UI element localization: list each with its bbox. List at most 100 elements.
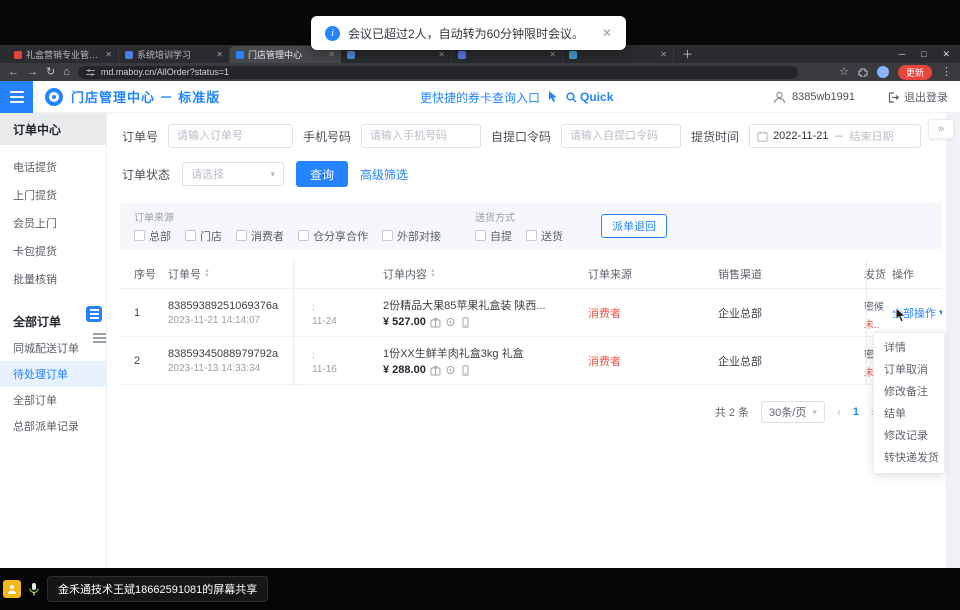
tab-close-icon[interactable]: ✕ [549,50,556,59]
double-arrow-right-icon: » [938,123,944,135]
clipped-cell-line2: 11-16 [312,364,358,375]
sidebar-collapse-widget[interactable] [86,306,102,322]
window-close-button[interactable]: ✕ [942,49,950,60]
sidebar-item-hq-dispatch-records[interactable]: 总部派单记录 [0,413,106,439]
order-status-select[interactable]: 请选择 ▾ [182,162,284,186]
checkbox-icon[interactable] [185,230,196,241]
meeting-app-icon[interactable] [3,580,21,598]
advanced-filter-link[interactable]: 高级筛选 [360,166,408,183]
tab-close-icon[interactable]: ✕ [438,50,445,59]
checkbox-icon[interactable] [526,230,537,241]
current-page[interactable]: 1 [853,406,859,418]
browser-tab[interactable]: 礼盒营销专业管理中心 ✕ [8,46,119,63]
menu-item-express-ship[interactable]: 转快递发货 [874,447,944,469]
sidebar-section-order-center[interactable]: 订单中心 [0,113,106,145]
col-header-shipping: 发货 [837,266,892,282]
checkbox-source-store[interactable]: 门店 [185,228,222,244]
start-date-value[interactable]: 2022-11-21 [773,130,828,142]
profile-avatar[interactable] [877,66,889,78]
end-date-placeholder[interactable]: 结束日期 [850,128,894,144]
back-icon[interactable]: ← [8,67,19,78]
new-tab-button[interactable]: ＋ [682,46,693,62]
tab-favicon [569,51,577,59]
menu-item-close-order[interactable]: 结单 [874,403,944,425]
date-range-picker[interactable]: 2022-11-21 － 结束日期 [749,124,921,148]
quick-search[interactable]: Quick [566,90,613,104]
checkbox-icon[interactable] [236,230,247,241]
date-separator: － [834,128,845,144]
user-menu[interactable]: 8385wb1991 [773,81,855,113]
col-header-order-no[interactable]: 订单号 ▲▼ [160,266,294,282]
menu-item-details[interactable]: 详情 [874,337,944,359]
checkbox-icon[interactable] [134,230,145,241]
browser-tab[interactable]: 系统培训学习 ✕ [119,46,230,63]
page-size-select[interactable]: 30条/页 ▾ [761,401,825,423]
checkbox-delivery-selfpickup[interactable]: 自提 [475,228,512,244]
table-row: 1 83859389251069376a 2023-11-21 14:14:07… [120,289,942,337]
checkbox-delivery-deliver[interactable]: 送货 [526,228,563,244]
dispatch-return-button[interactable]: 派单退回 [601,214,667,238]
tab-close-icon[interactable]: ✕ [328,50,335,59]
refresh-icon[interactable]: ↻ [46,67,55,78]
sales-channel: 企业总部 [718,353,837,369]
home-icon[interactable]: ⌂ [63,67,70,78]
sidebar-item-pending-orders[interactable]: 待处理订单 [0,361,106,387]
delivery-method-group-label: 送货方式 [475,209,563,224]
extensions-icon[interactable] [858,67,868,77]
tab-close-icon[interactable]: ✕ [105,50,112,59]
sort-icon[interactable]: ▲▼ [204,269,210,279]
pickup-code-input[interactable] [561,124,681,148]
menu-item-cancel-order[interactable]: 订单取消 [874,359,944,381]
kebab-menu-icon[interactable]: ⋮ [941,67,952,78]
coupon-query-link[interactable]: 更快捷的券卡查询入口 [420,89,540,106]
close-icon[interactable]: ✕ [602,26,612,40]
sidebar-item-door-pickup[interactable]: 上门提货 [0,181,106,209]
row-index: 1 [120,307,160,319]
calendar-icon [757,131,768,142]
sales-channel: 企业总部 [718,305,837,321]
checkbox-icon[interactable] [298,230,309,241]
main-content: » 订单号 手机号码 自提口令码 提货时间 [107,113,960,568]
phone-input[interactable] [361,124,481,148]
search-button[interactable]: 查询 [296,161,348,187]
chevron-down-icon: ▾ [812,407,817,418]
menu-item-edit-history[interactable]: 修改记录 [874,425,944,447]
tab-close-icon[interactable]: ✕ [660,50,667,59]
collapse-filters-button[interactable]: » [928,119,954,139]
checkbox-source-consumer[interactable]: 消费者 [236,228,284,244]
checkbox-icon[interactable] [475,230,486,241]
right-gutter [946,113,960,568]
sidebar-item-all-orders[interactable]: 全部订单 [0,387,106,413]
window-minimize-button[interactable]: ─ [899,49,905,59]
checkbox-icon[interactable] [382,230,393,241]
checkbox-source-warehouse-share[interactable]: 仓分享合作 [298,228,368,244]
menu-item-edit-note[interactable]: 修改备注 [874,381,944,403]
checkbox-source-external[interactable]: 外部对接 [382,228,441,244]
order-status-placeholder: 请选择 [191,166,224,182]
ship-status-line1: 密候 [864,298,892,313]
clipped-cell-line1: : [312,302,358,313]
search-icon [566,92,577,103]
chrome-update-button[interactable]: 更新 [898,65,932,80]
col-header-order-content[interactable]: 订单内容 ▲▼ [358,266,562,282]
sidebar-item-member-visit[interactable]: 会员上门 [0,209,106,237]
url-box[interactable]: md.maboy.cn/AllOrder?status=1 [78,66,798,79]
checkbox-source-hq[interactable]: 总部 [134,228,171,244]
microphone-icon[interactable] [28,582,40,597]
sidebar-item-city-delivery-orders[interactable]: 同城配送订单 [0,335,106,361]
sort-icon[interactable]: ▲▼ [430,269,436,279]
prev-page-button[interactable]: ‹ [837,405,841,419]
window-maximize-button[interactable]: □ [921,49,926,59]
site-info-icon[interactable] [86,68,95,77]
hamburger-icon[interactable] [93,333,106,343]
forward-icon[interactable]: → [27,67,38,78]
order-no-input[interactable] [168,124,293,148]
bookmark-star-icon[interactable]: ☆ [839,67,849,78]
menu-toggle-button[interactable] [0,81,33,113]
tab-close-icon[interactable]: ✕ [216,50,223,59]
logout-button[interactable]: 退出登录 [888,81,948,113]
sidebar-item-card-pickup[interactable]: 卡包提货 [0,237,106,265]
sidebar-item-phone-pickup[interactable]: 电话提货 [0,153,106,181]
sidebar-item-batch-verify[interactable]: 批量核销 [0,265,106,293]
ship-status-line2: 未.. [864,316,892,331]
